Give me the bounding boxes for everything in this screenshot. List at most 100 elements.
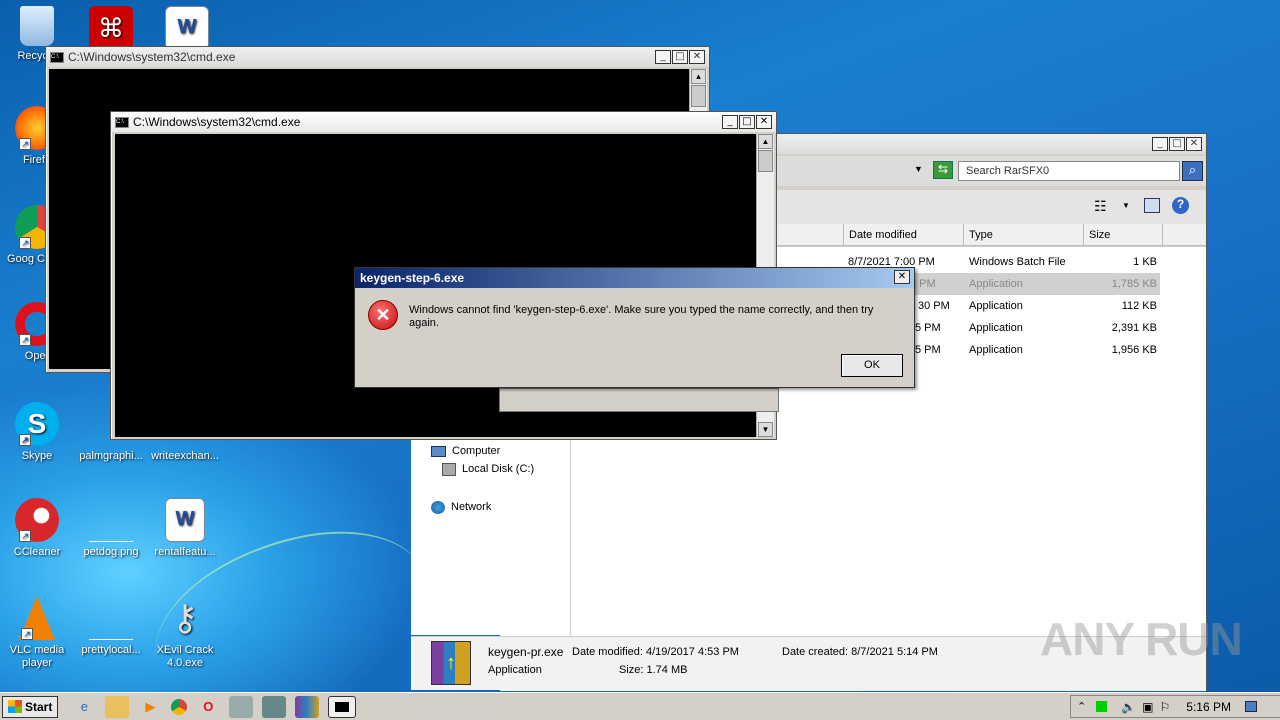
- network-tool-icon[interactable]: [229, 695, 254, 718]
- start-button[interactable]: Start: [2, 695, 59, 718]
- cmd-icon: C:\: [115, 116, 129, 128]
- close-button[interactable]: ✕: [1186, 137, 1202, 151]
- start-label: Start: [25, 699, 53, 714]
- chevron-down-icon[interactable]: ▼: [914, 164, 923, 174]
- scroll-thumb[interactable]: [691, 85, 706, 107]
- desktop-icon-skype[interactable]: S ↗ Skype: [0, 402, 74, 480]
- file-list-empty-area[interactable]: [571, 438, 1206, 635]
- row-type: Application: [969, 322, 1023, 334]
- windows-logo-icon: [8, 700, 22, 713]
- maximize-button[interactable]: □: [1169, 137, 1185, 151]
- desktop-icon-petdog[interactable]: petdog.png: [74, 498, 148, 576]
- error-dialog[interactable]: keygen-step-6.exe ✕ ✕ Windows cannot fin…: [354, 267, 915, 388]
- refresh-icon[interactable]: ⇆: [933, 161, 953, 179]
- nav-item-network[interactable]: Network: [431, 498, 491, 516]
- show-desktop-icon[interactable]: [1244, 701, 1257, 712]
- desktop-icon-vlc[interactable]: ↗ VLC media player: [0, 596, 74, 674]
- nav-item-computer[interactable]: Computer: [431, 442, 500, 460]
- details-date-created: Date created: 8/7/2021 5:14 PM: [782, 646, 938, 658]
- network-tray-icon[interactable]: ▣: [1142, 700, 1153, 714]
- key-icon: ⚷: [171, 597, 199, 638]
- row-type: Application: [969, 300, 1023, 312]
- word-doc-icon: W: [165, 498, 205, 542]
- network-icon: [431, 500, 445, 514]
- row-date: 5 PM: [915, 322, 941, 334]
- monitor-tool-icon[interactable]: [262, 695, 287, 718]
- nav-label: Local Disk (C:): [462, 463, 535, 475]
- maximize-button[interactable]: □: [672, 50, 688, 64]
- recycle-bin-icon: [20, 6, 54, 46]
- row-size: 1,785 KB: [1111, 278, 1157, 290]
- computer-icon: [431, 445, 446, 457]
- window-title: C:\Windows\system32\cmd.exe: [68, 50, 236, 64]
- clock[interactable]: 5:16 PM: [1186, 700, 1231, 714]
- internet-explorer-icon[interactable]: e: [72, 696, 96, 718]
- dialog-titlebar[interactable]: keygen-step-6.exe ✕: [355, 268, 914, 288]
- chevron-down-icon[interactable]: ▼: [1122, 201, 1130, 210]
- volume-icon[interactable]: 🔈: [1121, 700, 1136, 714]
- error-icon: ✕: [368, 300, 398, 330]
- minimize-button[interactable]: _: [655, 50, 671, 64]
- row-date: 5 PM: [915, 344, 941, 356]
- media-player-icon[interactable]: ▶: [138, 696, 162, 718]
- details-type: Application: [488, 664, 542, 676]
- minimize-button[interactable]: _: [722, 115, 738, 129]
- desktop-icon-xevil[interactable]: ⚷ XEvil Crack 4.0.exe: [148, 596, 222, 674]
- scroll-up-button[interactable]: ▲: [691, 69, 706, 84]
- row-type: Application: [969, 344, 1023, 356]
- view-options-icon[interactable]: ☷: [1094, 198, 1107, 215]
- show-hidden-icons-icon[interactable]: ⌃: [1077, 700, 1086, 713]
- row-size: 1,956 KB: [1111, 344, 1157, 356]
- row-size: 1 KB: [1133, 256, 1157, 268]
- status-indicator-icon[interactable]: [1096, 701, 1108, 712]
- close-button[interactable]: ✕: [689, 50, 705, 64]
- opera-icon[interactable]: O: [196, 696, 220, 718]
- row-size: 2,391 KB: [1111, 322, 1157, 334]
- action-center-flag-icon[interactable]: ⚐: [1160, 700, 1171, 714]
- cmd1-titlebar[interactable]: C:\ C:\Windows\system32\cmd.exe _ □ ✕: [46, 47, 709, 67]
- skype-icon: S ↗: [15, 402, 59, 446]
- scroll-up-button[interactable]: ▲: [758, 134, 773, 149]
- preview-pane-icon[interactable]: [1144, 198, 1160, 213]
- winrar-icon[interactable]: [295, 695, 320, 718]
- maximize-button[interactable]: □: [739, 115, 755, 129]
- nav-item-local-disk[interactable]: Local Disk (C:): [442, 460, 534, 478]
- hidden-window-edge: [499, 388, 779, 412]
- details-size: Size: 1.74 MB: [619, 664, 688, 676]
- row-date: 30 PM: [918, 300, 950, 312]
- search-icon[interactable]: ⌕: [1182, 161, 1203, 181]
- cmd-icon: C:\: [50, 51, 64, 63]
- system-tray: ⌃ 🔈 ▣ ⚐ 5:16 PM: [1070, 695, 1280, 718]
- chrome-icon[interactable]: [171, 698, 188, 715]
- folder-icon[interactable]: [105, 695, 130, 718]
- search-input[interactable]: Search RarSFX0: [958, 161, 1180, 181]
- details-filename: keygen-pr.exe: [488, 645, 564, 659]
- details-date-modified: Date modified: 4/19/2017 4:53 PM: [572, 646, 739, 658]
- acrobat-icon: ⌘: [89, 6, 133, 50]
- desktop-icon-rentalfeatu[interactable]: W rentalfeatu...: [148, 498, 222, 576]
- help-icon[interactable]: ?: [1172, 197, 1189, 214]
- scroll-thumb[interactable]: [758, 150, 773, 172]
- dialog-title: keygen-step-6.exe: [360, 271, 465, 285]
- dialog-close-button[interactable]: ✕: [894, 270, 910, 284]
- row-type: Application: [969, 278, 1023, 290]
- row-size: 112 KB: [1121, 300, 1157, 312]
- column-size[interactable]: Size: [1083, 224, 1163, 246]
- minimize-button[interactable]: _: [1152, 137, 1168, 151]
- nav-label: Computer: [452, 445, 501, 457]
- scroll-down-button[interactable]: ▼: [758, 422, 773, 437]
- desktop-icon-prettylocal[interactable]: prettylocal...: [74, 596, 148, 674]
- watermark-logo: ANY RUN: [1040, 613, 1243, 665]
- ccleaner-icon: ↗: [15, 498, 59, 542]
- cmd2-titlebar[interactable]: C:\ C:\Windows\system32\cmd.exe _ □ ✕: [111, 112, 776, 132]
- desktop-icon-ccleaner[interactable]: ↗ CCleaner: [0, 498, 74, 576]
- column-date-modified[interactable]: Date modified: [843, 224, 922, 246]
- winrar-archive-icon: ↑: [431, 641, 471, 685]
- vlc-icon: ↗: [19, 596, 55, 640]
- window-title: C:\Windows\system32\cmd.exe: [133, 115, 301, 129]
- cmd-taskbar-button[interactable]: [328, 695, 357, 718]
- nav-pane-visible: Computer Local Disk (C:) Network: [411, 438, 571, 635]
- close-button[interactable]: ✕: [756, 115, 772, 129]
- column-type[interactable]: Type: [963, 224, 998, 246]
- ok-button[interactable]: OK: [841, 354, 903, 377]
